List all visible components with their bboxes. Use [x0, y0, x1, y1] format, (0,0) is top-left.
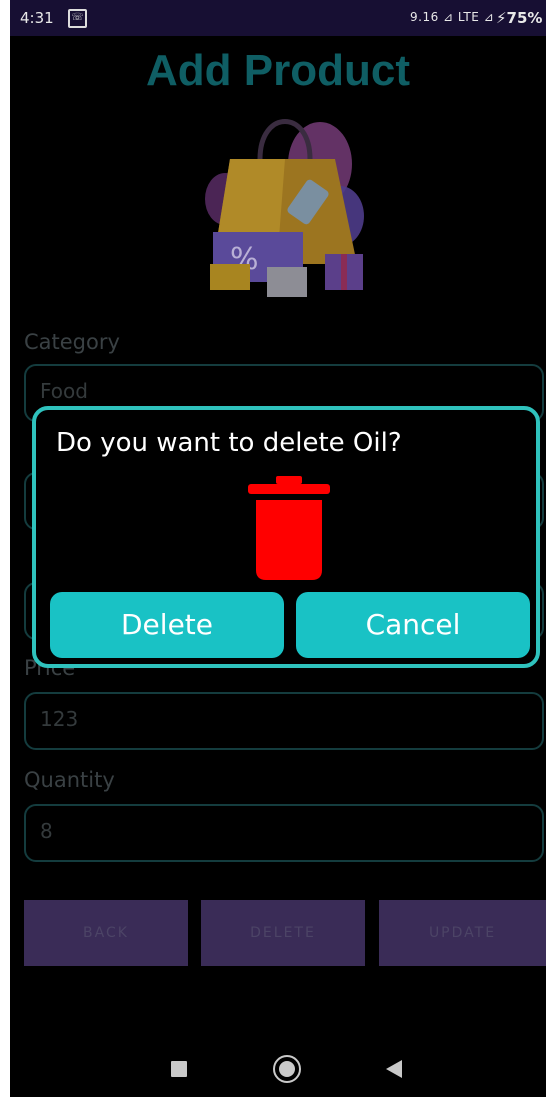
dialog-delete-button[interactable]: Delete	[50, 592, 284, 658]
back-triangle-icon[interactable]	[386, 1060, 402, 1078]
quantity-value: 8	[40, 819, 53, 843]
price-value: 123	[40, 707, 79, 731]
dialog-cancel-button[interactable]: Cancel	[296, 592, 530, 658]
category-value: Food	[40, 379, 88, 403]
quantity-field[interactable]: 8	[24, 804, 544, 862]
dialog-message: Do you want to delete Oil?	[56, 428, 402, 458]
delete-button[interactable]: DELETE	[201, 900, 365, 966]
quantity-label: Quantity	[24, 768, 115, 792]
phone-app-icon: ☏	[68, 9, 87, 28]
category-label: Category	[24, 330, 120, 354]
back-button[interactable]: BACK	[24, 900, 188, 966]
home-circle-icon[interactable]	[272, 1054, 302, 1084]
trash-icon	[248, 476, 330, 580]
price-field[interactable]: 123	[24, 692, 544, 750]
battery-indicator: ⚡75%	[496, 9, 543, 27]
update-button[interactable]: UPDATE	[379, 900, 546, 966]
recents-square-icon[interactable]	[170, 1060, 188, 1078]
status-time: 4:31	[20, 9, 54, 27]
delete-confirm-dialog: Do you want to delete Oil? Delete Cancel	[32, 406, 540, 668]
navigation-bar	[10, 1040, 546, 1097]
shopping-bag-illustration: %	[205, 119, 364, 297]
phone-screen: 4:31 ☏ 9.16 ⊿ LTE ⊿ ⚡75% Add Product % C…	[10, 0, 546, 1097]
network-signal: 9.16 ⊿ LTE ⊿	[410, 10, 495, 24]
status-bar: 4:31 ☏ 9.16 ⊿ LTE ⊿ ⚡75%	[10, 0, 546, 36]
page-title: Add Product	[146, 46, 410, 95]
